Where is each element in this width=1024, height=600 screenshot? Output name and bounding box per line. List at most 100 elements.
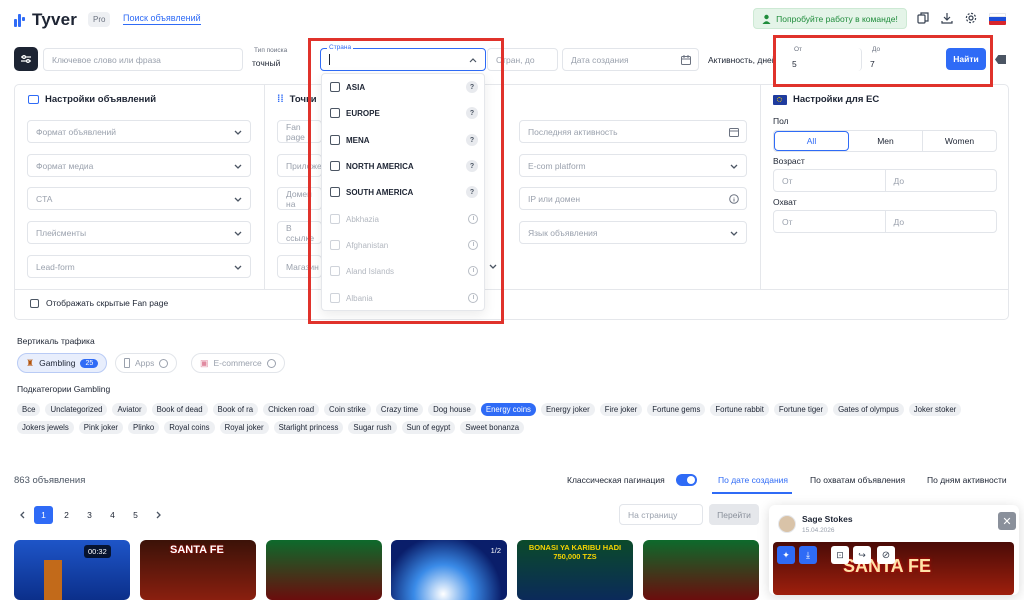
subcategory-tag[interactable]: Book of dead [151,403,208,416]
page-button[interactable]: 5 [126,506,145,524]
logo[interactable]: Tyver [14,10,77,30]
reach-to-input[interactable]: До [886,211,997,232]
advertiser-name[interactable]: Sage Stokes [802,514,853,524]
pagination-toggle[interactable] [676,474,697,486]
results-bar: 863 объявления Классическая пагинация По… [0,470,1024,494]
page-button[interactable]: 3 [80,506,99,524]
bookmark-icon[interactable]: ⊡ [831,546,849,564]
subcategory-tag[interactable]: Coin strike [324,403,371,416]
vertical-chip-label: Apps [135,358,155,368]
ad-card[interactable] [643,540,759,600]
divider [15,289,1008,290]
monitor-icon [28,95,39,104]
keyword-placeholder: Ключевое слово или фраза [52,54,161,65]
hidden-fanpage-checkbox[interactable]: Отображать скрытые Fan page [30,298,168,308]
sort-tab-date[interactable]: По дате создания [718,475,788,485]
media-format-select[interactable]: Формат медиа [27,154,251,177]
subcategory-tag[interactable]: Unclategorized [45,403,108,416]
subcategory-tag[interactable]: Jokers jewels [17,421,74,434]
clear-icon[interactable] [995,55,1006,64]
subcategory-tag[interactable]: Book of ra [212,403,259,416]
page-button[interactable]: 2 [57,506,76,524]
age-to-input[interactable]: До [886,170,997,191]
keyword-input[interactable]: Ключевое слово или фраза [43,48,243,71]
ad-card[interactable]: BONASI YA KARIBU HADI 750,000 TZS [517,540,633,600]
subcategory-tag[interactable]: Energy joker [540,403,595,416]
subcategory-tag[interactable]: Dog house [428,403,476,416]
placements-select[interactable]: Плейсменты [27,221,251,244]
subcategory-tag[interactable]: Sugar rush [348,421,397,434]
subcategory-tag[interactable]: Fortune rabbit [710,403,769,416]
subcategory-tag[interactable]: Gates of olympus [833,403,904,416]
subcategory-tag[interactable]: Royal joker [219,421,269,434]
language-flag-icon[interactable] [989,13,1006,25]
ad-card[interactable]: 00:32 [14,540,130,600]
sort-tab-activity[interactable]: По дням активности [927,475,1007,485]
vertical-chip-label: E-commerce [213,358,262,368]
ad-language-select[interactable]: Язык объявления [519,221,747,244]
ecom-platform-select[interactable]: E-com platform [519,154,747,177]
subcategory-tag[interactable]: Aviator [112,403,147,416]
prev-page-icon[interactable] [12,506,31,524]
download-icon[interactable] [940,11,954,25]
cta-select[interactable]: CTA [27,187,251,210]
gear-icon[interactable] [964,11,978,25]
date-input[interactable]: Дата создания [562,48,699,71]
gender-option-all[interactable]: All [774,131,849,151]
filter-toggle-button[interactable] [14,47,38,71]
subcategory-tag[interactable]: Fortune gems [647,403,706,416]
checkbox[interactable] [30,298,39,308]
ad-preview-popup: Sage Stokes 15.04.2026 ✕ SANTA FE ✦ ⤓ ⊡ … [769,505,1019,595]
subcategory-tag[interactable]: Pink joker [78,421,124,434]
ad-format-select[interactable]: Формат объявлений [27,120,251,143]
sort-tab-reach[interactable]: По охватам объявления [810,475,905,485]
subcategory-tag[interactable]: Energy coins [480,403,536,416]
subcategory-tag[interactable]: Sun of egypt [401,421,456,434]
share-icon[interactable]: ↪ [853,546,871,564]
subcategory-tag[interactable]: Sweet bonanza [460,421,525,434]
page-button[interactable]: 1 [34,506,53,524]
age-from-input[interactable]: От [774,170,886,191]
per-page-input[interactable]: На страницу [619,504,703,525]
block-icon[interactable]: ⊘ [877,546,895,564]
subcategory-tag[interactable]: Chicken road [263,403,320,416]
copy-icon[interactable] [916,11,930,25]
select-label: Плейсменты [36,227,87,238]
gender-option-men[interactable]: Men [849,131,923,151]
casino-icon: ♜ [26,357,35,368]
page-button[interactable]: 4 [103,506,122,524]
vertical-chip-apps[interactable]: Apps [115,353,178,373]
calendar-icon [681,55,691,65]
close-icon[interactable]: ✕ [998,512,1016,530]
lead-form-select[interactable]: Lead-form [27,255,251,278]
subcategory-tag[interactable]: Fire joker [599,403,643,416]
pagination-toggle-label: Классическая пагинация [567,475,665,485]
chevron-down-icon [234,130,242,135]
subcategory-tag[interactable]: Все [17,403,41,416]
subcategory-tag[interactable]: Starlight princess [273,421,344,434]
subcategory-tag[interactable]: Royal coins [164,421,215,434]
ad-card[interactable]: SANTA FE [140,540,256,600]
vertical-chip-label: Gambling [39,358,76,368]
team-button[interactable]: Попробуйте работу в команде! [753,8,907,29]
next-page-icon[interactable] [149,506,168,524]
gender-segmented-control[interactable]: All Men Women [773,130,997,152]
search-type-select[interactable]: Тип поиска точный [244,47,316,71]
ad-card[interactable] [266,540,382,600]
ip-domain-input[interactable]: IP или домен [519,187,747,210]
vertical-chip-ecommerce[interactable]: ▣ E-commerce [191,353,285,373]
gender-option-women[interactable]: Women [923,131,996,151]
subcategory-tag[interactable]: Plinko [128,421,160,434]
sparkle-icon[interactable]: ✦ [777,546,795,564]
download-icon[interactable]: ⤓ [799,546,817,564]
subcategory-tag[interactable]: Fortune tiger [773,403,829,416]
subcategory-tag[interactable]: Crazy time [375,403,424,416]
go-button[interactable]: Перейти [709,504,759,525]
last-activity-input[interactable]: Последняя активность [519,120,747,143]
nav-link-search[interactable]: Поиск объявлений [123,13,201,25]
subcategory-tag[interactable]: Joker stoker [908,403,962,416]
ad-card[interactable]: 1/2 [391,540,507,600]
select-label: IP или домен [528,193,581,204]
vertical-chip-gambling[interactable]: ♜ Gambling 25 [17,353,108,373]
reach-from-input[interactable]: От [774,211,886,232]
